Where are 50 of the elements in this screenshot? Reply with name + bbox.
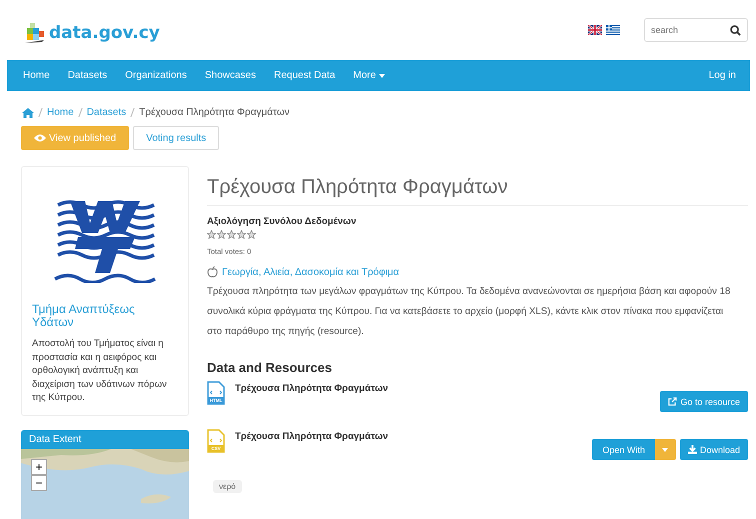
rating-label: Αξιολόγηση Συνόλου Δεδομένων bbox=[207, 216, 358, 227]
nav-link[interactable]: More bbox=[353, 70, 385, 81]
go-to-resource-button[interactable]: Go to resource bbox=[660, 391, 748, 412]
home-icon[interactable] bbox=[22, 108, 34, 118]
dropdown-toggle-button[interactable] bbox=[654, 439, 676, 460]
star-icon[interactable] bbox=[247, 230, 256, 239]
dataset-description: Τρέχουσα πληρότητα των μεγάλων φραγμάτων της Κύπρου. Τα δεδομένα ανανεώνονται σε ημερήσια βάση και αφορούν 18 συνολικά κύρια φράγματα της Κύπρου. Για να κατεβάσετε το αρχείο (μορφή XLS), κάντε κλικ στον πίνακα που εμφανίζεται στο παράθυρο της πηγής (resource). bbox=[207, 285, 732, 339]
nav-link[interactable]: Showcases bbox=[204, 70, 256, 81]
search-field[interactable]: search bbox=[644, 18, 748, 42]
nav-link[interactable]: Datasets bbox=[68, 70, 108, 81]
breadcrumb-link[interactable]: Home bbox=[47, 107, 74, 118]
panel-title: Data Extent bbox=[21, 430, 189, 448]
category-link[interactable]: Γεωργία, Αλιεία, Δασοκομία και Τρόφιμα bbox=[222, 266, 400, 278]
download-button[interactable]: Download bbox=[680, 439, 748, 460]
open-with-button[interactable]: Open With bbox=[592, 439, 655, 460]
external-link-icon bbox=[668, 397, 678, 406]
apple-icon bbox=[207, 266, 218, 278]
site-logo[interactable]: data.gov.cy bbox=[49, 23, 160, 43]
star-rating[interactable] bbox=[207, 230, 256, 239]
file-icon bbox=[207, 381, 225, 405]
greek-flag-icon[interactable] bbox=[606, 25, 620, 35]
login-link[interactable]: Log in bbox=[708, 70, 736, 81]
zoom-out-button[interactable]: − bbox=[31, 474, 47, 490]
tag[interactable]: νερό bbox=[213, 480, 242, 493]
star-icon[interactable] bbox=[217, 230, 226, 239]
search-icon[interactable] bbox=[730, 25, 741, 36]
breadcrumb-link[interactable]: Τρέχουσα Πληρότητα Φραγμάτων bbox=[139, 107, 290, 118]
eye-icon bbox=[34, 134, 46, 142]
organization-name[interactable]: Τμήμα Αναπτύξεως Υδάτων bbox=[32, 303, 178, 329]
action-button[interactable]: Voting results bbox=[133, 126, 220, 150]
caret-icon bbox=[662, 448, 668, 452]
caret-icon bbox=[378, 74, 385, 78]
file-icon bbox=[207, 429, 225, 453]
zoom-in-button[interactable]: + bbox=[31, 458, 47, 474]
cube-logo-icon bbox=[24, 20, 46, 46]
download-icon bbox=[688, 445, 697, 454]
breadcrumb-link[interactable]: Datasets bbox=[86, 107, 126, 118]
dataset-title: Τρέχουσα Πληρότητα Φραγμάτων bbox=[207, 176, 748, 206]
action-button[interactable]: View published bbox=[21, 126, 130, 150]
nav-link[interactable]: Home bbox=[23, 70, 50, 81]
organization-description: Αποστολή του Τμήματος είναι η προστασία και η αειφόρος και ορθολογική ανάπτυξη και διαχείριση των υδάτινων πόρων της Κύπρου. bbox=[32, 337, 168, 404]
resource-name[interactable]: Τρέχουσα Πληρότητα Φραγμάτων bbox=[235, 383, 388, 394]
nav-link[interactable]: Request Data bbox=[274, 70, 336, 81]
nav-link[interactable]: Organizations bbox=[125, 70, 187, 81]
star-icon[interactable] bbox=[237, 230, 246, 239]
resource-name[interactable]: Τρέχουσα Πληρότητα Φραγμάτων bbox=[235, 431, 388, 442]
uk-flag-icon[interactable] bbox=[588, 25, 602, 35]
star-icon[interactable] bbox=[227, 230, 236, 239]
section-heading: Data and Resources bbox=[207, 360, 333, 375]
star-icon[interactable] bbox=[207, 230, 216, 239]
